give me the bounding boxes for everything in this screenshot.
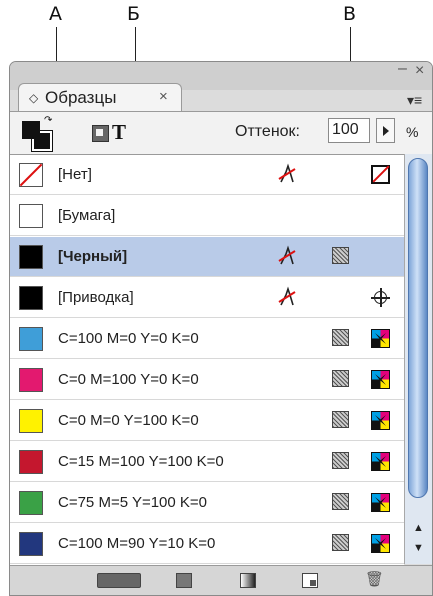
cmyk-mode-icon [371,534,390,553]
swatch-row[interactable]: C=100 M=0 Y=0 K=0 [10,319,404,359]
tint-input[interactable]: 100 [328,118,370,143]
process-color-icon [332,534,349,551]
swatch-row[interactable]: [Бумага] [10,196,404,236]
cmyk-mode-icon [371,493,390,512]
swatch-color-box [19,204,43,228]
scrollbar[interactable]: ▲ ▼ [404,154,432,564]
swatch-color-box [19,450,43,474]
scrollbar-thumb[interactable] [408,158,428,498]
process-color-icon [332,411,349,428]
swatch-name: C=100 M=0 Y=0 K=0 [58,330,199,347]
scroll-down-icon[interactable]: ▼ [413,542,424,554]
window-close-button[interactable]: × [415,62,424,80]
formatting-container-icon[interactable] [92,125,109,142]
fill-stroke-icon[interactable]: ↷ [22,115,53,152]
callout-c: В [343,3,357,25]
swatch-row[interactable]: [Приводка] [10,278,404,318]
swatch-color-box [19,368,43,392]
tab-diamond-icon: ◇ [29,91,39,105]
tab-title: Образцы [45,88,117,107]
process-color-icon [332,370,349,387]
tint-label: Оттенок: [235,123,300,140]
show-all-swatches-icon[interactable] [97,573,141,588]
swatch-color-box [19,491,43,515]
swatch-row[interactable]: C=0 M=100 Y=0 K=0 [10,360,404,400]
trash-icon[interactable]: 🗑 [365,570,384,588]
process-color-icon [332,329,349,346]
registration-icon [371,288,390,307]
swatch-color-box [19,163,43,187]
show-gradient-swatches-icon[interactable] [240,573,256,588]
scroll-up-icon[interactable]: ▲ [413,522,424,534]
cmyk-mode-icon [371,329,390,348]
fill-box[interactable] [22,121,40,139]
new-swatch-icon[interactable] [302,573,318,588]
callout-b: Б [127,3,141,25]
none-mode-icon [371,165,390,184]
swatch-row[interactable]: C=15 M=100 Y=100 K=0 [10,442,404,482]
swatch-name: C=0 M=100 Y=0 K=0 [58,371,199,388]
swatch-name: C=15 M=100 Y=100 K=0 [58,453,224,470]
swatch-row[interactable]: C=75 M=5 Y=100 K=0 [10,483,404,523]
swatch-name: [Нет] [58,166,92,183]
swatch-name: [Черный] [58,248,128,265]
tab-swatches[interactable]: ◇ Образцы × [18,83,182,112]
swatch-color-box [19,409,43,433]
formatting-text-icon[interactable]: T [112,120,126,145]
swatch-name: [Приводка] [58,289,134,306]
non-editable-icon [276,286,298,313]
process-color-icon [332,247,349,264]
swatch-name: C=100 M=90 Y=10 K=0 [58,535,216,552]
swatch-row[interactable]: [Черный] [10,237,404,277]
swatch-name: C=0 M=0 Y=100 K=0 [58,412,199,429]
swatch-name: [Бумага] [58,207,116,224]
non-editable-icon [276,245,298,272]
tint-unit: % [406,124,419,140]
process-color-icon [332,493,349,510]
tab-close-icon[interactable]: × [159,88,168,105]
cmyk-mode-icon [371,411,390,430]
swatch-color-box [19,532,43,556]
panel-menu-icon[interactable]: ▾≡ [407,92,422,109]
swatch-row[interactable]: C=0 M=0 Y=100 K=0 [10,401,404,441]
swatches-toolbar: ↷ T Оттенок: 100 % [10,111,432,154]
cmyk-mode-icon [371,452,390,471]
callout-a: A [49,3,62,25]
swatch-list: [Нет] [Бумага] [Черный] [Приводка] C=100 M=0… [10,154,404,565]
cmyk-mode-icon [371,370,390,389]
swatch-color-box [19,327,43,351]
swap-arrow-icon[interactable]: ↷ [44,115,52,126]
swatch-row[interactable]: [Нет] [10,155,404,195]
process-color-icon [332,452,349,469]
show-color-swatches-icon[interactable] [176,573,192,588]
swatch-name: C=75 M=5 Y=100 K=0 [58,494,208,511]
tint-slider-button[interactable] [376,118,395,143]
panel-footer: 🗑 [10,565,432,595]
swatch-color-box [19,286,43,310]
non-editable-icon [276,163,298,190]
minimize-button[interactable]: – [398,62,407,78]
swatch-color-box [19,245,43,269]
swatch-row[interactable]: C=100 M=90 Y=10 K=0 [10,524,404,564]
swatches-panel: – × ◇ Образцы × ▾≡ ↷ T Оттенок: 100 % [Н… [9,61,433,596]
